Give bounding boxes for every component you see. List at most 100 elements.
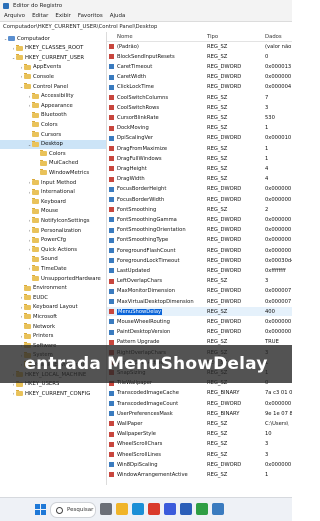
table-row[interactable]: MaxMonitorDimension REG_DWORD 0x000007 (107, 287, 292, 296)
table-row[interactable]: FocusBorderWidth REG_DWORD 0x000000 (107, 195, 292, 204)
column-name-header[interactable]: Nome (117, 34, 133, 40)
table-row[interactable]: PaintDesktopVersion REG_DWORD 0x000000 (107, 328, 292, 337)
tree-node[interactable]: Sound (0, 255, 106, 264)
table-row[interactable]: TranscodedImageCache REG_BINARY 7a c3 01 0 (107, 389, 292, 398)
task-view-icon[interactable] (100, 503, 112, 515)
taskbar-search[interactable]: Pesquisar (50, 502, 96, 518)
tree-node[interactable]: ⌄ Desktop (0, 139, 106, 149)
tree-node[interactable]: › Keyboard Layout (0, 303, 106, 312)
tree-node[interactable]: WindowMetrics (0, 168, 106, 177)
edge-icon[interactable] (132, 503, 144, 515)
value-name: DockMoving (117, 125, 149, 132)
table-row[interactable]: UserPreferencesMask REG_BINARY 9e 1e 07 8 (107, 409, 292, 418)
tree-node[interactable]: MuiCached (0, 159, 106, 168)
table-row[interactable]: (Padrão) REG_SZ (valor não (107, 42, 292, 51)
table-row[interactable]: DpiScalingVer REG_DWORD 0x000010 (107, 134, 292, 143)
tree-node[interactable]: Bluetooth (0, 111, 106, 120)
tree-node[interactable]: Colors (0, 149, 106, 158)
table-row[interactable]: WallpaperStyle REG_SZ 10 (107, 430, 292, 439)
tree-node[interactable]: › PowerCfg (0, 236, 106, 245)
photos-icon[interactable] (196, 503, 208, 515)
menu-help[interactable]: Ajuda (110, 13, 126, 19)
menu-file[interactable]: Arquivo (4, 13, 25, 19)
tree-node[interactable]: Keyboard (0, 197, 106, 206)
table-row[interactable]: LeftOverlapChars REG_SZ 3 (107, 277, 292, 286)
tree-node[interactable]: Network (0, 322, 106, 331)
tree-node[interactable]: › Appearance (0, 101, 106, 110)
tree-node[interactable]: › Microsoft (0, 312, 106, 321)
table-row[interactable]: Win8DpiScaling REG_DWORD 0x000000 (107, 460, 292, 469)
table-row[interactable]: FocusBorderHeight REG_DWORD 0x000000 (107, 185, 292, 194)
tree-node[interactable]: Cursors (0, 130, 106, 139)
table-row[interactable]: DragHeight REG_SZ 4 (107, 164, 292, 173)
table-row[interactable]: CursorBlinkRate REG_SZ 530 (107, 113, 292, 122)
table-row[interactable]: CoolSwitchRows REG_SZ 3 (107, 103, 292, 112)
tree-node[interactable]: › Input Method (0, 178, 106, 187)
tree-node[interactable]: UnsupportedHardware (0, 274, 106, 283)
tree-node[interactable]: ⌄ HKEY_CURRENT_USER (0, 53, 106, 62)
address-path[interactable]: Computador\HKEY_CURRENT_USER\Control Pan… (3, 24, 157, 30)
column-type-header[interactable]: Tipo (207, 34, 218, 40)
word-icon[interactable] (180, 503, 192, 515)
tree-node[interactable]: › NotifyIconSettings (0, 216, 106, 225)
tree-node[interactable]: Mouse (0, 207, 106, 216)
value-name-cell: FontSmoothingType (117, 237, 207, 243)
table-row[interactable]: FontSmoothingType REG_DWORD 0x000000 (107, 236, 292, 245)
table-row[interactable]: FontSmoothingGamma REG_DWORD 0x000000 (107, 215, 292, 224)
value-data: 3 (265, 441, 269, 448)
tree-node[interactable]: › HKEY_CURRENT_CONFIG (0, 389, 106, 398)
value-data: 400 (265, 308, 275, 315)
start-button[interactable] (35, 504, 46, 515)
tree-node[interactable]: › Personalization (0, 226, 106, 235)
tree-node[interactable]: Environment (0, 284, 106, 293)
table-row[interactable]: TranscodedImageCount REG_DWORD 0x000000 (107, 399, 292, 408)
store-icon[interactable] (164, 503, 176, 515)
table-row[interactable]: MaxVirtualDesktopDimension REG_DWORD 0x000… (107, 297, 292, 306)
table-row[interactable]: LastUpdated REG_DWORD 0xffffffff (107, 266, 292, 275)
table-row[interactable]: DragFromMaximize REG_SZ 1 (107, 144, 292, 153)
registry-icon[interactable] (212, 503, 224, 515)
file-explorer-icon[interactable] (116, 503, 128, 515)
tree-node[interactable]: › EUDC (0, 293, 106, 302)
table-row[interactable]: BlockSendInputResets REG_SZ 0 (107, 52, 292, 61)
table-row[interactable]: WindowArrangementActive REG_SZ 1 (107, 470, 292, 479)
table-row[interactable]: CoolSwitchColumns REG_SZ 7 (107, 93, 292, 102)
value-name: DragWidth (117, 176, 145, 183)
menu-view[interactable]: Exibir (55, 13, 71, 19)
table-row[interactable]: FontSmoothingOrientation REG_DWORD 0x00000… (107, 226, 292, 235)
table-row[interactable]: FontSmoothing REG_SZ 2 (107, 205, 292, 214)
table-row[interactable]: ClickLockTime REG_DWORD 0x000004 (107, 83, 292, 92)
menu-favorites[interactable]: Favoritos (78, 13, 103, 19)
column-data-header[interactable]: Dados (265, 34, 282, 40)
tree-node[interactable]: ⌄ Control Panel (0, 82, 106, 91)
table-row[interactable]: WallPaper REG_SZ C:\Users\ (107, 419, 292, 428)
tree-node[interactable]: › Quick Actions (0, 245, 106, 254)
table-row[interactable]: ForegroundLockTimeout REG_DWORD 0x00030d4 (107, 256, 292, 265)
menu-edit[interactable]: Editar (32, 13, 48, 19)
tree-node[interactable]: › Printers (0, 332, 106, 341)
table-row[interactable]: DragWidth REG_SZ 4 (107, 175, 292, 184)
binary-value-icon (109, 227, 114, 233)
value-type: REG_SZ (207, 441, 228, 448)
table-row[interactable]: DockMoving REG_SZ 1 (107, 124, 292, 133)
chrome-icon[interactable] (148, 503, 160, 515)
tree-node[interactable]: ⌄ Computador (0, 34, 106, 43)
table-row[interactable]: DragFullWindows REG_SZ 1 (107, 154, 292, 163)
table-row[interactable]: WheelScrollChars REG_SZ 3 (107, 440, 292, 449)
tree-node-label: Console (33, 73, 55, 80)
table-row[interactable]: CaretWidth REG_DWORD 0x000000 (107, 73, 292, 82)
tree-node[interactable]: › AppEvents (0, 63, 106, 72)
tree-node[interactable]: › TimeDate (0, 264, 106, 273)
table-row[interactable]: CaretTimeout REG_DWORD 0x000013 (107, 62, 292, 71)
table-row[interactable]: MenuShowDelay REG_SZ 400 (107, 307, 292, 317)
tree-node[interactable]: › Console (0, 72, 106, 81)
tree-node[interactable]: Colors (0, 120, 106, 129)
table-row[interactable]: MouseWheelRouting REG_DWORD 0x000000 (107, 317, 292, 326)
value-type: REG_DWORD (207, 196, 242, 203)
tree-node[interactable]: › HKEY_CLASSES_ROOT (0, 44, 106, 53)
binary-value-icon (109, 390, 114, 396)
tree-node[interactable]: › International (0, 188, 106, 197)
table-row[interactable]: ForegroundFlashCount REG_DWORD 0x000000 (107, 246, 292, 255)
tree-node[interactable]: › Accessibility (0, 92, 106, 101)
table-row[interactable]: WheelScrollLines REG_SZ 3 (107, 450, 292, 459)
